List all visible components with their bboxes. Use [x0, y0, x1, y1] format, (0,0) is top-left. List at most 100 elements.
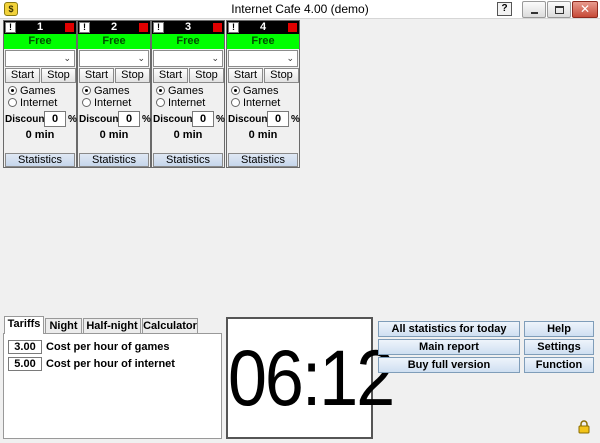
station-header: ! 3 [152, 21, 224, 34]
minimize-icon [531, 12, 538, 14]
stop-button[interactable]: Stop [115, 68, 150, 83]
station-status: Free [78, 34, 150, 49]
session-time: 0 min [25, 129, 55, 141]
percent-label: % [142, 114, 151, 125]
discount-input[interactable]: 0 [192, 111, 214, 127]
station-client-select[interactable]: ⌄ [5, 50, 75, 67]
games-radio[interactable]: Games [156, 85, 203, 97]
chevron-down-icon: ⌄ [286, 53, 294, 63]
games-radio-label: Games [168, 85, 204, 97]
session-time: 0 min [173, 129, 203, 141]
radio-unselected-icon [156, 98, 165, 107]
internet-radio-label: Internet [20, 97, 58, 109]
tab-half-night[interactable]: Half-night [83, 318, 141, 334]
minimize-button[interactable] [522, 1, 546, 18]
games-radio[interactable]: Games [231, 85, 278, 97]
start-button[interactable]: Start [153, 68, 188, 83]
station-status-indicator-icon[interactable] [213, 23, 222, 32]
station-panel-3: ! 3 Free ⌄ Start Stop Games Internet Dis… [151, 20, 225, 168]
discount-input[interactable]: 0 [267, 111, 289, 127]
statistics-button[interactable]: Statistics [153, 153, 223, 167]
clock-time: 06:12 [228, 334, 395, 422]
percent-label: % [216, 114, 225, 125]
station-client-select[interactable]: ⌄ [79, 50, 149, 67]
tab-tariffs[interactable]: Tariffs [4, 316, 44, 334]
station-status-indicator-icon[interactable] [65, 23, 74, 32]
internet-radio-label: Internet [94, 97, 132, 109]
maximize-button[interactable] [547, 1, 571, 18]
discount-label: Discount [153, 114, 196, 125]
games-radio-label: Games [94, 85, 130, 97]
all-statistics-button[interactable]: All statistics for today [378, 321, 520, 337]
games-radio-label: Games [20, 85, 56, 97]
settings-button[interactable]: Settings [524, 339, 594, 355]
tariffs-panel: 3.00 Cost per hour of games 5.00 Cost pe… [3, 333, 222, 439]
clock-display: 06:12 [226, 317, 395, 439]
discount-input[interactable]: 0 [44, 111, 66, 127]
station-status-indicator-icon[interactable] [288, 23, 297, 32]
station-header: ! 2 [78, 21, 150, 34]
games-cost-label: Cost per hour of games [46, 341, 170, 353]
radio-selected-icon [231, 86, 240, 95]
games-radio-label: Games [243, 85, 279, 97]
tab-night[interactable]: Night [45, 318, 82, 334]
station-client-select[interactable]: ⌄ [228, 50, 298, 67]
statistics-button[interactable]: Statistics [228, 153, 298, 167]
start-button[interactable]: Start [228, 68, 263, 83]
station-header: ! 1 [4, 21, 76, 34]
start-button[interactable]: Start [79, 68, 114, 83]
session-time: 0 min [99, 129, 129, 141]
stop-button[interactable]: Stop [264, 68, 299, 83]
percent-label: % [291, 114, 300, 125]
help-context-button[interactable]: ? [497, 2, 512, 16]
station-panel-1: ! 1 Free ⌄ Start Stop Games Internet Dis… [3, 20, 77, 168]
station-status: Free [4, 34, 76, 49]
internet-radio[interactable]: Internet [8, 97, 57, 109]
help-button[interactable]: Help [524, 321, 594, 337]
session-time: 0 min [248, 129, 278, 141]
discount-input[interactable]: 0 [118, 111, 140, 127]
internet-radio[interactable]: Internet [231, 97, 280, 109]
discount-label: Discount [228, 114, 271, 125]
close-button[interactable]: ✕ [572, 1, 598, 18]
internet-radio-label: Internet [243, 97, 281, 109]
discount-label: Discount [79, 114, 122, 125]
start-button[interactable]: Start [5, 68, 40, 83]
internet-cost-label: Cost per hour of internet [46, 358, 175, 370]
maximize-icon [555, 6, 564, 14]
chevron-down-icon: ⌄ [137, 53, 145, 63]
internet-radio[interactable]: Internet [156, 97, 205, 109]
radio-selected-icon [82, 86, 91, 95]
internet-cost-input[interactable]: 5.00 [8, 357, 42, 371]
function-button[interactable]: Function [524, 357, 594, 373]
station-status: Free [227, 34, 299, 49]
statistics-button[interactable]: Statistics [79, 153, 149, 167]
buy-full-version-button[interactable]: Buy full version [378, 357, 520, 373]
chevron-down-icon: ⌄ [211, 53, 219, 63]
internet-radio[interactable]: Internet [82, 97, 131, 109]
radio-selected-icon [8, 86, 17, 95]
radio-unselected-icon [8, 98, 17, 107]
station-status-indicator-icon[interactable] [139, 23, 148, 32]
lock-icon[interactable] [578, 420, 590, 434]
stop-button[interactable]: Stop [41, 68, 76, 83]
percent-label: % [68, 114, 77, 125]
tab-calculator[interactable]: Calculator [142, 318, 198, 334]
station-header: ! 4 [227, 21, 299, 34]
radio-unselected-icon [231, 98, 240, 107]
station-status: Free [152, 34, 224, 49]
chevron-down-icon: ⌄ [63, 53, 71, 63]
radio-unselected-icon [82, 98, 91, 107]
station-client-select[interactable]: ⌄ [153, 50, 223, 67]
statistics-button[interactable]: Statistics [5, 153, 75, 167]
internet-radio-label: Internet [168, 97, 206, 109]
games-radio[interactable]: Games [82, 85, 129, 97]
games-radio[interactable]: Games [8, 85, 55, 97]
games-cost-input[interactable]: 3.00 [8, 340, 42, 354]
title-bar: $ Internet Cafe 4.00 (demo) ? ✕ [0, 0, 600, 19]
stop-button[interactable]: Stop [189, 68, 224, 83]
radio-selected-icon [156, 86, 165, 95]
discount-label: Discount [5, 114, 48, 125]
station-panel-4: ! 4 Free ⌄ Start Stop Games Internet Dis… [226, 20, 300, 168]
main-report-button[interactable]: Main report [378, 339, 520, 355]
